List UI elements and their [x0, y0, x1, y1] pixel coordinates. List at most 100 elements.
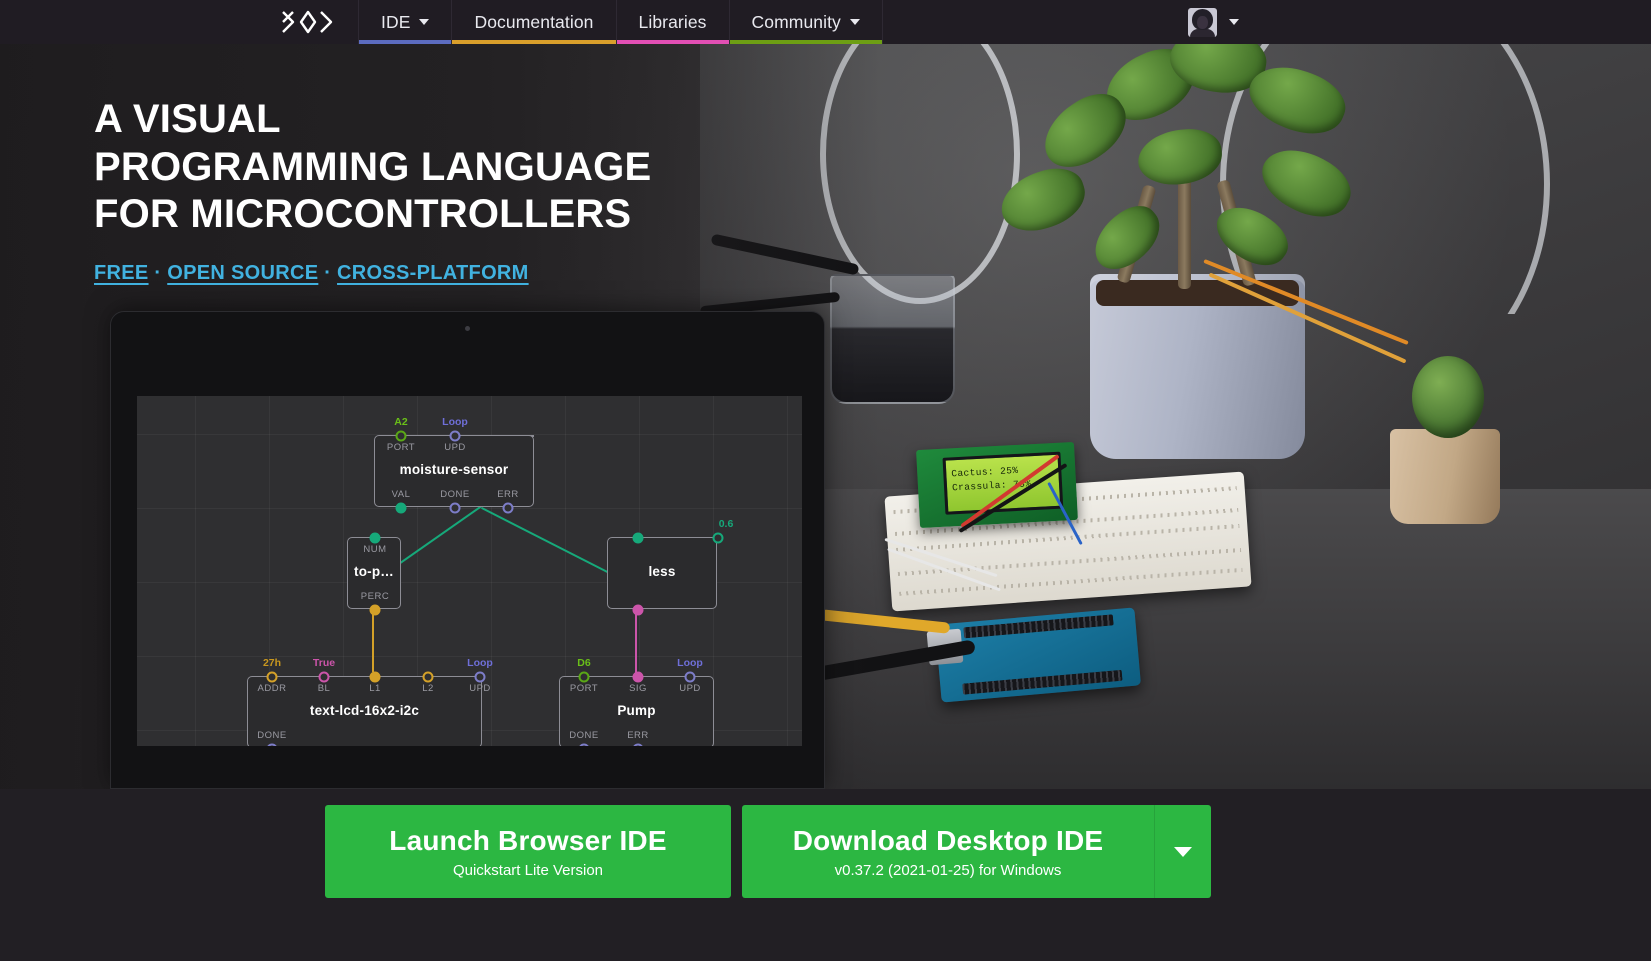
nav-item-libraries[interactable]: Libraries	[615, 0, 729, 44]
pin-perc[interactable]	[369, 604, 381, 616]
hero-copy: A VISUAL PROGRAMMING LANGUAGE FOR MICROC…	[94, 96, 651, 285]
pin-label-num: NUM	[363, 544, 387, 555]
pin-tag-loop: Loop	[467, 657, 493, 669]
cta-section: Launch Browser IDE Quickstart Lite Versi…	[0, 789, 1651, 961]
nav-item-community[interactable]: Community	[728, 0, 883, 44]
pin-label-done: DONE	[440, 489, 470, 500]
pin-less-input-1[interactable]	[632, 532, 644, 544]
pin-bl[interactable]	[318, 671, 330, 683]
download-desktop-ide-button[interactable]: Download Desktop IDE v0.37.2 (2021-01-25…	[742, 805, 1154, 898]
laptop-mockup: moisture-sensor PORT UPD VAL DONE ERR A2…	[110, 311, 825, 789]
headline-line-1: A VISUAL	[94, 97, 281, 141]
launch-browser-ide-button[interactable]: Launch Browser IDE Quickstart Lite Versi…	[325, 805, 731, 898]
pin-label-bl: BL	[317, 683, 331, 694]
pin-less-output[interactable]	[632, 604, 644, 616]
pin-upd[interactable]	[684, 671, 696, 683]
ide-patch-canvas[interactable]: moisture-sensor PORT UPD VAL DONE ERR A2…	[137, 396, 802, 746]
node-moisture-sensor[interactable]: moisture-sensor PORT UPD VAL DONE ERR A2…	[374, 416, 534, 514]
nav-item-documentation[interactable]: Documentation	[451, 0, 616, 44]
page-title: A VISUAL PROGRAMMING LANGUAGE FOR MICROC…	[94, 96, 651, 239]
pin-err[interactable]	[502, 502, 514, 514]
pin-tag-a2: A2	[394, 416, 408, 428]
pin-done[interactable]	[449, 502, 461, 514]
pin-label-perc: PERC	[360, 591, 390, 602]
link-cross-platform[interactable]: CROSS-PLATFORM	[337, 262, 529, 284]
nav-underline-libraries	[616, 40, 729, 44]
nav-item-label: Libraries	[638, 11, 707, 32]
headline-line-3: FOR MICROCONTROLLERS	[94, 192, 632, 237]
pin-addr[interactable]	[266, 671, 278, 683]
link-open-source[interactable]: OPEN SOURCE	[167, 262, 318, 284]
avatar-face	[1197, 15, 1208, 29]
chevron-down-icon	[419, 19, 430, 25]
nav-item-label: IDE	[381, 11, 411, 32]
pin-l2[interactable]	[422, 671, 434, 683]
download-button-title: Download Desktop IDE	[792, 824, 1104, 856]
cactus-plant	[1412, 356, 1484, 438]
launch-button-subtitle: Quickstart Lite Version	[452, 861, 604, 879]
cactus-pot	[1390, 429, 1500, 524]
user-avatar[interactable]	[1188, 7, 1217, 37]
pin-done[interactable]	[266, 743, 278, 746]
cta-buttons: Launch Browser IDE Quickstart Lite Versi…	[325, 805, 1211, 898]
pin-tag-loop: Loop	[677, 657, 703, 669]
node-title: less	[648, 564, 676, 579]
pin-val[interactable]	[395, 502, 407, 514]
node-title: text-lcd-16x2-i2c	[309, 703, 420, 718]
nav-item-ide[interactable]: IDE	[358, 0, 452, 44]
node-text-lcd-16x2-i2c[interactable]: text-lcd-16x2-i2c ADDR BL L1 L2 UPD DONE…	[247, 657, 493, 746]
link-perc-to-l1	[372, 609, 374, 672]
pin-less-input-2[interactable]	[712, 532, 724, 544]
top-navigation-bar: IDE Documentation Libraries Community	[0, 0, 1651, 44]
pin-label-err: ERR	[497, 489, 519, 500]
pin-label-port: PORT	[569, 683, 599, 694]
pin-l1[interactable]	[369, 671, 381, 683]
pin-sig[interactable]	[632, 671, 644, 683]
download-variant-dropdown-button[interactable]	[1154, 805, 1211, 898]
account-menu[interactable]	[1188, 0, 1651, 44]
hero-section: Cactus: 25% Crassula: 73% A VISUAL PROGR…	[0, 44, 1651, 789]
node-to-percent[interactable]: to-p… NUM PERC	[347, 532, 401, 616]
nav-underline-documentation	[452, 40, 616, 44]
laptop-camera	[465, 326, 470, 331]
pin-err[interactable]	[632, 743, 644, 746]
node-title: Pump	[617, 703, 656, 718]
pin-label-sig: SIG	[629, 683, 647, 694]
chevron-down-icon[interactable]	[1229, 19, 1239, 25]
pin-label-l1: L1	[369, 683, 381, 694]
nav-item-label: Documentation	[474, 11, 594, 32]
nav-underline-ide	[359, 40, 452, 44]
pin-upd[interactable]	[449, 430, 461, 442]
plant-leaf	[1135, 125, 1225, 189]
pin-tag-27h: 27h	[262, 657, 282, 669]
pin-upd[interactable]	[474, 671, 486, 683]
avatar-body	[1190, 28, 1215, 37]
pin-label-err: ERR	[627, 730, 649, 741]
pin-label-val: VAL	[391, 489, 411, 500]
download-button-subtitle: v0.37.2 (2021-01-25) for Windows	[834, 861, 1062, 879]
pin-label-upd: UPD	[469, 683, 491, 694]
separator: ·	[318, 261, 338, 284]
pin-tag-0-6: 0.6	[718, 518, 734, 530]
nav-item-label: Community	[751, 11, 841, 32]
pin-label-l2: L2	[422, 683, 434, 694]
link-free[interactable]: FREE	[94, 262, 149, 284]
node-pump[interactable]: Pump PORT SIG UPD DONE ERR D6 Loop	[559, 657, 714, 746]
hero-subtitle: FREE · OPEN SOURCE · CROSS-PLATFORM	[94, 262, 651, 285]
lcd-module: Cactus: 25% Crassula: 73%	[916, 441, 1078, 529]
chevron-down-icon	[849, 19, 860, 25]
xod-logo[interactable]	[258, 0, 358, 44]
pin-label-done: DONE	[257, 730, 287, 741]
nav-menu: IDE Documentation Libraries Community	[358, 0, 883, 44]
pin-label-upd: UPD	[444, 442, 466, 453]
pin-num[interactable]	[369, 532, 381, 544]
pin-port[interactable]	[578, 671, 590, 683]
headline-line-2: PROGRAMMING LANGUAGE	[94, 144, 652, 189]
launch-button-title: Launch Browser IDE	[389, 824, 667, 856]
separator: ·	[148, 261, 168, 284]
node-less[interactable]: less 0.6	[607, 518, 733, 616]
pin-done[interactable]	[578, 743, 590, 746]
pin-tag-d6: D6	[577, 657, 591, 669]
pin-port[interactable]	[395, 430, 407, 442]
node-title: to-p…	[354, 564, 394, 579]
